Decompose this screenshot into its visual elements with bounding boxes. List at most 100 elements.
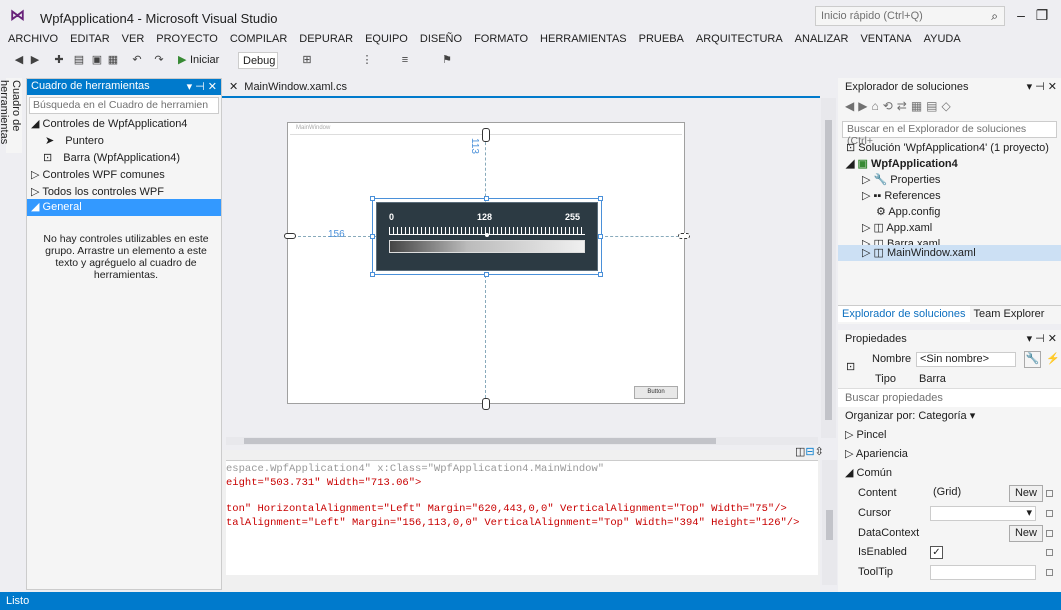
save-icon[interactable]: ▣: [90, 52, 104, 69]
undo-icon[interactable]: ↶: [130, 52, 144, 69]
split-horizontal-icon[interactable]: ⊟: [805, 446, 814, 458]
layout-icon[interactable]: ⊞: [300, 52, 314, 69]
tab-team-explorer[interactable]: Team Explorer: [970, 306, 1049, 322]
bottom-anchor-icon[interactable]: [482, 398, 490, 410]
start-debug-icon[interactable]: ▶: [178, 52, 186, 69]
property-search-input[interactable]: Buscar propiedades: [838, 388, 1061, 407]
restore-button[interactable]: ❐: [1033, 6, 1051, 24]
organize-by-dropdown[interactable]: Organizar por: Categoría ▾: [838, 407, 1061, 426]
menu-archivo[interactable]: ARCHIVO: [0, 30, 64, 48]
advanced-options-icon[interactable]: [1046, 569, 1053, 576]
minimize-button[interactable]: –: [1012, 6, 1030, 24]
advanced-options-icon[interactable]: [1046, 490, 1053, 497]
new-project-icon[interactable]: ✚: [52, 52, 66, 69]
save-all-icon[interactable]: ▦: [106, 52, 120, 69]
category-common[interactable]: ◢ Común: [838, 464, 1061, 483]
isenabled-checkbox[interactable]: ✓: [930, 546, 943, 559]
resize-handle[interactable]: [484, 196, 489, 201]
menu-compilar[interactable]: COMPILAR: [224, 30, 293, 48]
solution-explorer-toolbar[interactable]: ◀▶⌂⟲⇄▦▤◇: [845, 99, 955, 117]
bookmark-icon[interactable]: ⚑: [440, 52, 454, 69]
resize-handle[interactable]: [484, 272, 489, 277]
close-tab-icon[interactable]: ✕: [229, 81, 238, 93]
barra-gauge-control[interactable]: 0 128 255: [376, 202, 598, 271]
project-node[interactable]: ◢ ▣ WpfApplication4: [838, 156, 1061, 172]
cursor-select[interactable]: ▾: [930, 506, 1036, 521]
collapse-icon[interactable]: ▷: [862, 247, 870, 259]
resize-handle[interactable]: [370, 272, 375, 277]
category-appearance[interactable]: ▷ Apariencia: [838, 445, 1061, 464]
menu-analizar[interactable]: ANALIZAR: [789, 30, 855, 48]
align-icon[interactable]: ⋮: [360, 52, 374, 69]
comment-icon[interactable]: ≡: [398, 52, 412, 69]
designer-horizontal-scrollbar[interactable]: [226, 437, 818, 445]
menu-herramientas[interactable]: HERRAMIENTAS: [534, 30, 633, 48]
resize-handle[interactable]: [370, 196, 375, 201]
solution-search-input[interactable]: Buscar en el Explorador de soluciones (C…: [842, 121, 1057, 147]
events-lightning-icon[interactable]: ⚡: [1046, 350, 1060, 369]
collapse-icon[interactable]: ▷: [862, 190, 870, 202]
top-anchor-icon[interactable]: [482, 128, 490, 142]
panel-pin-close-icon[interactable]: ▾ ⊣ ✕: [1027, 330, 1057, 348]
tooltip-input[interactable]: [930, 565, 1036, 580]
back-icon[interactable]: ◀: [12, 52, 26, 69]
start-button[interactable]: Iniciar: [190, 52, 219, 69]
xaml-editor[interactable]: espace.WpfApplication4" x:Class="WpfAppl…: [226, 460, 818, 575]
menu-arquitectura[interactable]: ARQUITECTURA: [690, 30, 789, 48]
collapse-icon[interactable]: ▷: [862, 222, 870, 234]
toolbox-side-tab[interactable]: Cuadro de herramientas: [0, 78, 22, 153]
quick-launch-input[interactable]: Inicio rápido (Ctrl+Q) ⌕: [815, 6, 1005, 26]
expand-icon[interactable]: ◢: [846, 158, 854, 170]
forward-icon[interactable]: ▶: [28, 52, 42, 69]
scrollbar-thumb[interactable]: [826, 510, 833, 540]
menu-diseno[interactable]: DISEÑO: [414, 30, 468, 48]
configuration-select[interactable]: Debug: [238, 52, 278, 69]
toolbox-empty-message[interactable]: No hay controles utilizables en este gru…: [37, 233, 215, 281]
open-file-icon[interactable]: ▤: [72, 52, 86, 69]
menu-prueba[interactable]: PRUEBA: [633, 30, 690, 48]
menu-proyecto[interactable]: PROYECTO: [150, 30, 224, 48]
menu-ver[interactable]: VER: [116, 30, 151, 48]
new-content-button[interactable]: New: [1009, 485, 1043, 502]
properties-node[interactable]: ▷ 🔧 Properties: [838, 172, 1061, 188]
toolbox-item-barra[interactable]: ⊡ Barra (WpfApplication4): [27, 150, 221, 167]
menu-depurar[interactable]: DEPURAR: [293, 30, 359, 48]
menu-ventana[interactable]: VENTANA: [854, 30, 917, 48]
name-input[interactable]: <Sin nombre>: [916, 352, 1016, 367]
resize-handle[interactable]: [370, 234, 375, 239]
designer-vertical-scrollbar[interactable]: [821, 98, 836, 438]
solution-node[interactable]: ⊡ Solución 'WpfApplication4' (1 proyecto…: [838, 140, 1061, 156]
app-config-node[interactable]: ⚙ App.config: [838, 204, 1061, 220]
menu-editar[interactable]: EDITAR: [64, 30, 116, 48]
toolbox-group-wpfapp[interactable]: ◢ Controles de WpfApplication4: [27, 116, 221, 133]
tab-mainwindow-xaml-cs[interactable]: ✕ MainWindow.xaml.cs: [226, 78, 386, 96]
redo-icon[interactable]: ↷: [152, 52, 166, 69]
split-view-buttons[interactable]: ◫⊟⇳: [795, 445, 835, 460]
category-brush[interactable]: ▷ Pincel: [838, 426, 1061, 445]
scrollbar-thumb[interactable]: [244, 438, 716, 444]
properties-wrench-icon[interactable]: 🔧: [1024, 351, 1041, 368]
panel-pin-close-icon[interactable]: ▾ ⊣ ✕: [1027, 78, 1057, 96]
new-datacontext-button[interactable]: New: [1009, 525, 1043, 542]
right-anchor-icon[interactable]: [678, 233, 690, 239]
scrollbar-thumb[interactable]: [825, 120, 832, 420]
collapse-icon[interactable]: ▷: [862, 174, 870, 186]
property-value[interactable]: (Grid): [930, 486, 964, 501]
mainwindow-xaml-node[interactable]: ▷ ◫ MainWindow.xaml: [838, 245, 1061, 261]
menu-ayuda[interactable]: AYUDA: [918, 30, 967, 48]
app-xaml-node[interactable]: ▷ ◫ App.xaml: [838, 220, 1061, 236]
swap-panes-icon[interactable]: ⇳: [815, 446, 824, 458]
resize-handle[interactable]: [598, 272, 603, 277]
toolbox-search-input[interactable]: Búsqueda en el Cuadro de herramien: [29, 97, 219, 114]
tab-solution-explorer[interactable]: Explorador de soluciones: [838, 306, 970, 322]
resize-handle[interactable]: [598, 234, 603, 239]
toolbox-group-common[interactable]: ▷ Controles WPF comunes: [27, 167, 221, 184]
references-node[interactable]: ▷ ▪▪ References: [838, 188, 1061, 204]
toolbox-item-pointer[interactable]: ➤ Puntero: [27, 133, 221, 150]
xaml-vertical-scrollbar[interactable]: [822, 460, 837, 585]
advanced-options-icon[interactable]: [1046, 510, 1053, 517]
designer-button-control[interactable]: Button: [634, 386, 678, 399]
toolbox-pin-close-icon[interactable]: ▾ ⊣ ✕: [187, 80, 217, 93]
toolbox-group-general[interactable]: ◢ General: [27, 199, 221, 216]
split-icon[interactable]: ◫: [795, 446, 805, 458]
